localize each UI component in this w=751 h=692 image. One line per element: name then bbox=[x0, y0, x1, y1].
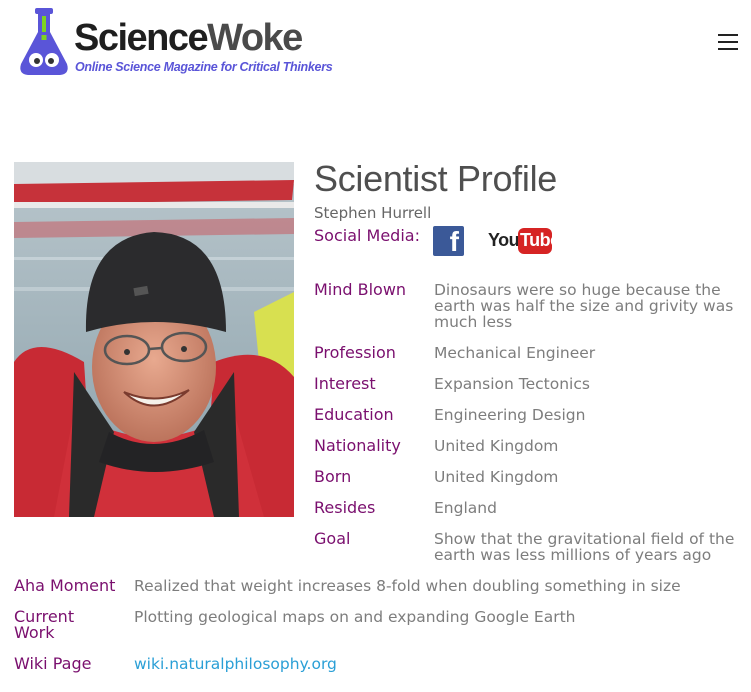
nationality-value: United Kingdom bbox=[434, 437, 559, 455]
education-value: Engineering Design bbox=[434, 406, 586, 424]
page-title: Scientist Profile bbox=[314, 158, 557, 199]
brand-name-part1: Science bbox=[74, 17, 209, 59]
nationality-label: Nationality bbox=[314, 436, 401, 455]
profession-value: Mechanical Engineer bbox=[434, 344, 596, 362]
resides-value: England bbox=[434, 499, 497, 517]
aha-moment-value: Realized that weight increases 8-fold wh… bbox=[134, 577, 681, 595]
site-logo[interactable]: ScienceWoke Online Science Magazine for … bbox=[18, 8, 333, 80]
social-media-label: Social Media: bbox=[314, 226, 420, 245]
flask-logo-icon bbox=[20, 8, 68, 75]
goal-label: Goal bbox=[314, 529, 351, 548]
current-work-value: Plotting geological maps on and expandin… bbox=[134, 608, 576, 626]
resides-label: Resides bbox=[314, 498, 376, 517]
youtube-icon[interactable]: You Tube bbox=[488, 226, 560, 256]
interest-value: Expansion Tectonics bbox=[434, 375, 590, 393]
current-work-label: Current Work bbox=[14, 607, 75, 642]
aha-moment-label: Aha Moment bbox=[14, 576, 116, 595]
goal-value: Show that the gravitational field of the… bbox=[434, 530, 735, 564]
brand-name-part2: Woke bbox=[207, 17, 303, 59]
scientist-photo bbox=[14, 162, 294, 517]
wiki-page-link[interactable]: wiki.naturalphilosophy.org bbox=[134, 655, 337, 673]
education-label: Education bbox=[314, 405, 394, 424]
interest-label: Interest bbox=[314, 374, 376, 393]
mind-blown-value: Dinosaurs were so huge because the earth… bbox=[434, 281, 734, 331]
wiki-page-label: Wiki Page bbox=[14, 654, 92, 673]
mind-blown-label: Mind Blown bbox=[314, 280, 407, 299]
scientist-name: Stephen Hurrell bbox=[314, 204, 432, 222]
brand-tagline: Online Science Magazine for Critical Thi… bbox=[75, 60, 333, 74]
hamburger-menu-icon[interactable] bbox=[716, 34, 740, 54]
wiki-page-value: wiki.naturalphilosophy.org bbox=[134, 656, 337, 672]
profession-label: Profession bbox=[314, 343, 396, 362]
facebook-icon[interactable]: f bbox=[433, 226, 464, 257]
brand-name: ScienceWoke bbox=[74, 17, 303, 59]
born-value: United Kingdom bbox=[434, 468, 559, 486]
born-label: Born bbox=[314, 467, 352, 486]
